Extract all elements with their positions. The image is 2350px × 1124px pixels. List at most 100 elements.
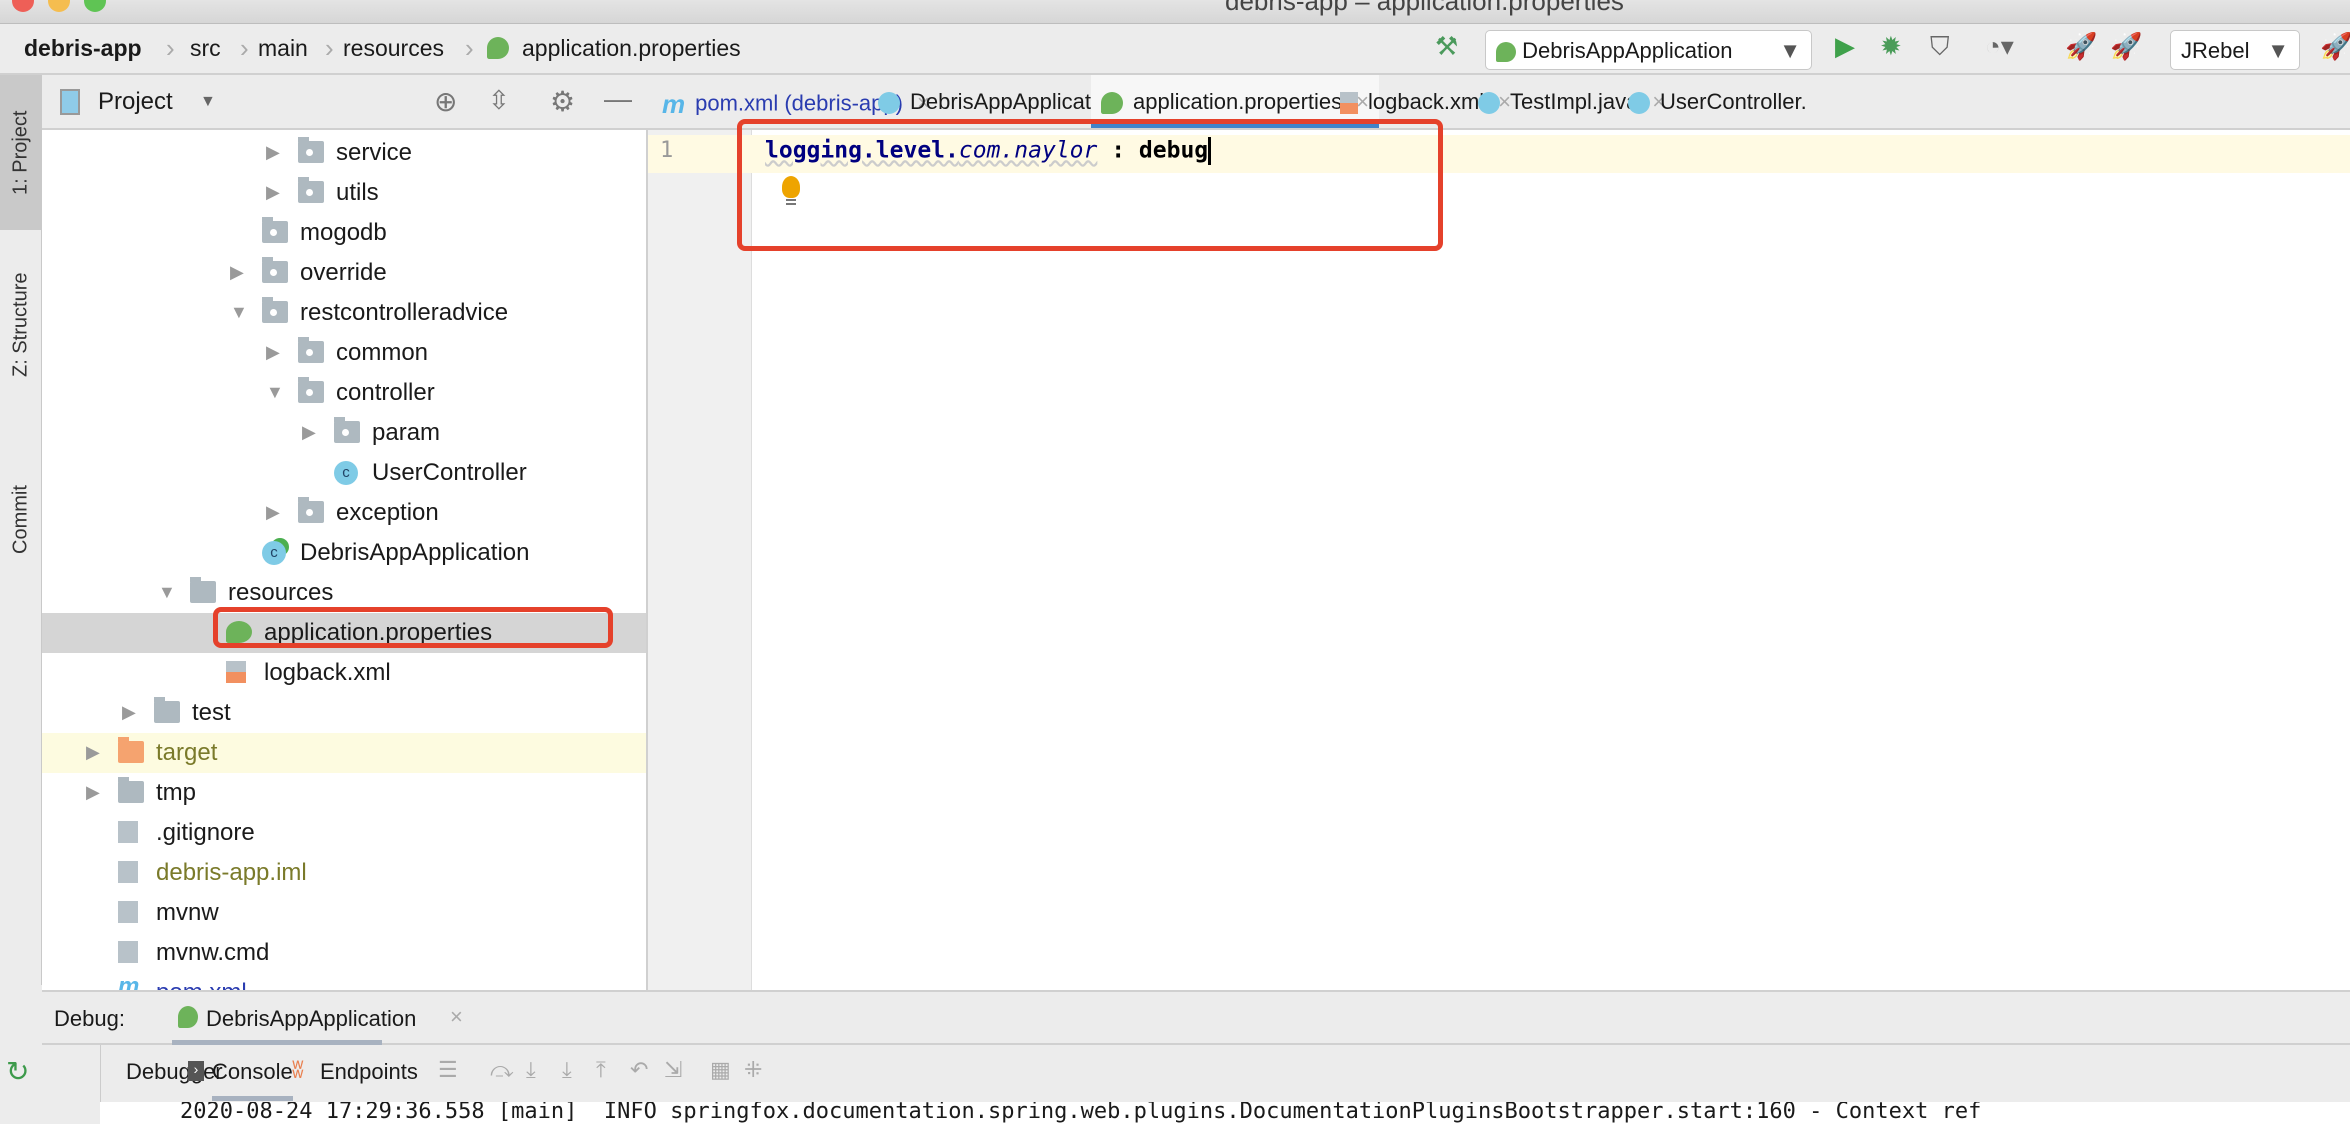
breadcrumb-main[interactable]: main bbox=[258, 35, 308, 62]
project-tool-tab[interactable]: 1: Project bbox=[0, 75, 42, 230]
structure-tool-tab[interactable]: Z: Structure bbox=[0, 245, 42, 405]
breadcrumb-resources[interactable]: resources bbox=[343, 35, 444, 62]
package-icon bbox=[262, 297, 288, 323]
tree-item[interactable]: ▶ test bbox=[42, 693, 646, 733]
breadcrumb-project[interactable]: debris-app bbox=[24, 35, 142, 62]
expand-arrow-icon[interactable]: ▶ bbox=[86, 742, 100, 763]
expand-arrow-icon[interactable]: ▶ bbox=[302, 422, 316, 443]
debug-session-label: DebrisAppApplication bbox=[206, 1006, 417, 1031]
expand-arrow-icon[interactable]: ▶ bbox=[230, 262, 244, 283]
jrebel-dropdown[interactable]: JRebel ▼ bbox=[2170, 30, 2300, 70]
locate-file-icon[interactable]: ⊕ bbox=[434, 85, 457, 118]
tree-item[interactable]: mvnw.cmd bbox=[42, 933, 646, 973]
coverage-icon[interactable]: ⛉ bbox=[1930, 31, 1950, 63]
window-title: debris-app – application.properties bbox=[1225, 0, 1624, 16]
package-icon bbox=[298, 337, 324, 363]
expand-arrow-icon[interactable]: ▶ bbox=[122, 702, 136, 723]
tree-item[interactable]: debris-app.iml bbox=[42, 853, 646, 893]
tree-item-label: test bbox=[192, 699, 231, 726]
breadcrumb-separator: › bbox=[240, 33, 249, 63]
zoom-window-button[interactable] bbox=[84, 0, 106, 12]
spring-class-icon bbox=[878, 92, 900, 115]
run-config-label: DebrisAppApplication bbox=[1522, 38, 1733, 63]
project-view-selector[interactable]: Project bbox=[98, 88, 173, 116]
expand-arrow-icon[interactable]: ▼ bbox=[230, 302, 248, 323]
tab-console[interactable]: Console bbox=[212, 1059, 293, 1101]
trace-icon[interactable]: ⁜ bbox=[744, 1057, 762, 1083]
package-icon bbox=[298, 137, 324, 163]
minimize-window-button[interactable] bbox=[48, 0, 70, 12]
profile-icon[interactable]: ◔▾ bbox=[1985, 31, 2014, 62]
drop-frame-icon[interactable]: ↶ bbox=[630, 1057, 648, 1083]
gear-icon[interactable]: ⚙ bbox=[550, 85, 575, 118]
run-to-cursor-icon[interactable]: ⇲ bbox=[664, 1057, 682, 1083]
expand-arrow-icon[interactable]: ▶ bbox=[86, 782, 100, 803]
rerun-icon[interactable]: ↻ bbox=[6, 1055, 29, 1088]
tree-item[interactable]: mogodb bbox=[42, 213, 646, 253]
chevron-down-icon[interactable]: ▼ bbox=[200, 93, 216, 111]
step-into-icon[interactable]: ⤓ bbox=[526, 1057, 536, 1083]
xml-icon bbox=[1340, 92, 1358, 115]
tree-item[interactable]: ▶ common bbox=[42, 333, 646, 373]
console-output[interactable]: 2020-08-24 17:29:36.558 [main] INFO spri… bbox=[100, 1102, 2350, 1124]
editor-tab[interactable]: UserController. bbox=[1618, 75, 1817, 128]
step-over-icon[interactable]: ⤼ bbox=[490, 1057, 514, 1083]
close-icon[interactable]: × bbox=[450, 1004, 463, 1030]
debug-bug-icon[interactable]: ✹ bbox=[1880, 31, 1902, 62]
tree-item[interactable]: ▶ target bbox=[42, 733, 646, 773]
force-step-into-icon[interactable]: ⤓ bbox=[562, 1057, 572, 1083]
rocket-icon[interactable]: 🚀 bbox=[2320, 31, 2350, 62]
tree-item[interactable]: logback.xml bbox=[42, 653, 646, 693]
build-hammer-icon[interactable]: ⚒ bbox=[1435, 31, 1458, 62]
folder-icon bbox=[154, 697, 180, 723]
spring-boot-icon bbox=[1496, 42, 1516, 63]
tool-window-strip: 1: Project Z: Structure Commit bbox=[0, 75, 42, 985]
resources-folder-icon bbox=[190, 577, 216, 603]
tree-item[interactable]: ▶ param bbox=[42, 413, 646, 453]
tree-item[interactable]: mvnw bbox=[42, 893, 646, 933]
tree-item[interactable]: ▼ restcontrolleradvice bbox=[42, 293, 646, 333]
collapse-all-icon[interactable]: ⇳ bbox=[488, 85, 510, 116]
tree-item[interactable]: .gitignore bbox=[42, 813, 646, 853]
expand-arrow-icon[interactable]: ▶ bbox=[266, 182, 280, 203]
tree-item[interactable]: c DebrisAppApplication bbox=[42, 533, 646, 573]
excluded-folder-icon bbox=[118, 737, 144, 763]
tab-endpoints[interactable]: Endpoints bbox=[320, 1059, 418, 1085]
editor-area[interactable] bbox=[752, 130, 2350, 990]
expand-arrow-icon[interactable]: ▼ bbox=[158, 582, 176, 603]
tab-debugger[interactable]: Debugger bbox=[126, 1059, 223, 1085]
tree-item[interactable]: ▶ tmp bbox=[42, 773, 646, 813]
tree-item-label: mogodb bbox=[300, 219, 387, 246]
commit-tool-tab[interactable]: Commit bbox=[0, 450, 42, 590]
tree-item[interactable]: ▶ exception bbox=[42, 493, 646, 533]
debug-session-tab[interactable]: DebrisAppApplication × bbox=[172, 992, 463, 1045]
tree-item[interactable]: m pom.xml bbox=[42, 973, 646, 990]
run-config-dropdown[interactable]: DebrisAppApplication ▼ bbox=[1485, 30, 1812, 70]
jrebel-run-icon[interactable]: 🚀 bbox=[2065, 31, 2097, 62]
evaluate-icon[interactable]: ▦ bbox=[710, 1057, 731, 1083]
line-number: 1 bbox=[660, 138, 674, 163]
tree-item[interactable]: ▼ controller bbox=[42, 373, 646, 413]
highlight-box-tree bbox=[213, 607, 613, 648]
package-icon bbox=[298, 177, 324, 203]
step-out-icon[interactable]: ⤒ bbox=[596, 1057, 606, 1083]
tree-item[interactable]: ▶ service bbox=[42, 133, 646, 173]
tree-item-label: pom.xml bbox=[156, 979, 247, 990]
expand-arrow-icon[interactable]: ▶ bbox=[266, 502, 280, 523]
tree-item[interactable]: c UserController bbox=[42, 453, 646, 493]
breadcrumb-file[interactable]: application.properties bbox=[522, 35, 741, 62]
expand-arrow-icon[interactable]: ▶ bbox=[266, 342, 280, 363]
jrebel-debug-icon[interactable]: 🚀 bbox=[2110, 31, 2142, 62]
tree-item[interactable]: ▶ override bbox=[42, 253, 646, 293]
run-icon[interactable]: ▶ bbox=[1835, 31, 1855, 62]
close-window-button[interactable] bbox=[12, 0, 34, 12]
menu-icon[interactable]: ☰ bbox=[438, 1057, 458, 1083]
tree-item-label: UserController bbox=[372, 459, 527, 486]
ignore-file-icon bbox=[118, 821, 138, 843]
expand-arrow-icon[interactable]: ▶ bbox=[266, 142, 280, 163]
tree-item[interactable]: ▶ utils bbox=[42, 173, 646, 213]
expand-arrow-icon[interactable]: ▼ bbox=[266, 382, 284, 403]
tree-item-label: service bbox=[336, 139, 413, 166]
breadcrumb-src[interactable]: src bbox=[190, 35, 221, 62]
hide-panel-icon[interactable]: — bbox=[604, 83, 632, 115]
